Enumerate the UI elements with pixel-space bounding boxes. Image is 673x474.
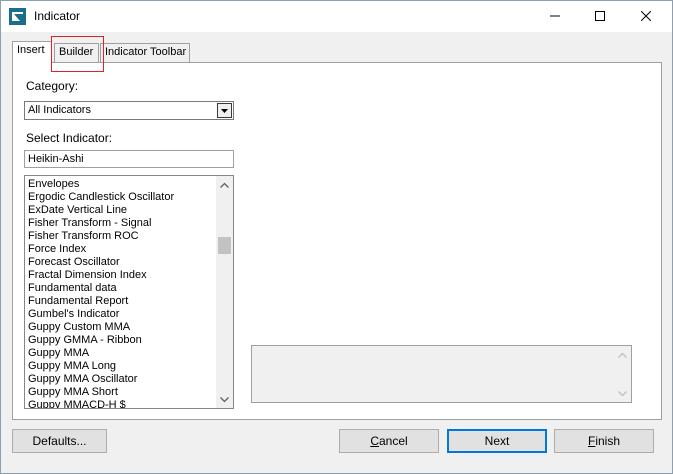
list-item[interactable]: Guppy MMA	[28, 347, 216, 360]
cancel-label-rest: ancel	[378, 434, 408, 448]
chevron-up-icon	[618, 352, 627, 358]
indicator-listbox[interactable]: Envelopes Ergodic Candlestick Oscillator E…	[24, 175, 234, 409]
category-dropdown[interactable]: All Indicators	[24, 101, 234, 120]
indicator-dialog: Indicator Insert Builder Indicator Toolb…	[0, 0, 673, 474]
cancel-mnemonic: C	[370, 434, 379, 448]
category-selected-value: All Indicators	[28, 104, 91, 116]
finish-label-rest: inish	[595, 434, 621, 448]
list-item[interactable]: Envelopes	[28, 178, 216, 191]
list-item[interactable]: Guppy Custom MMA	[28, 321, 216, 334]
dropdown-arrow-button[interactable]	[217, 103, 232, 118]
list-item[interactable]: Gumbel's Indicator	[28, 308, 216, 321]
list-item[interactable]: Fisher Transform ROC	[28, 230, 216, 243]
chevron-up-icon	[220, 182, 229, 188]
list-item[interactable]: Guppy MMACD-H $	[28, 399, 216, 408]
list-item[interactable]: Ergodic Candlestick Oscillator	[28, 191, 216, 204]
app-logo-icon	[9, 8, 26, 25]
chevron-down-icon	[220, 396, 229, 402]
list-item[interactable]: Fundamental data	[28, 282, 216, 295]
list-item[interactable]: Guppy GMMA - Ribbon	[28, 334, 216, 347]
list-item[interactable]: Guppy MMA Short	[28, 386, 216, 399]
scroll-down-button[interactable]	[216, 391, 233, 408]
tab-indicator-toolbar[interactable]: Indicator Toolbar	[100, 43, 190, 64]
cancel-button[interactable]: Cancel	[339, 429, 439, 453]
scroll-up-button[interactable]	[216, 176, 233, 193]
minimize-button[interactable]	[532, 1, 578, 31]
list-item[interactable]: Guppy MMA Oscillator	[28, 373, 216, 386]
tab-indicator-toolbar-label: Indicator Toolbar	[105, 46, 187, 58]
tab-insert[interactable]: Insert	[12, 41, 52, 63]
indicator-search-input[interactable]	[24, 150, 234, 168]
chevron-down-icon	[221, 108, 228, 113]
description-scrollbar[interactable]	[614, 346, 631, 402]
listbox-scrollbar[interactable]	[216, 176, 233, 408]
chevron-down-icon	[618, 390, 627, 396]
category-label: Category:	[26, 79, 79, 93]
tab-insert-label: Insert	[17, 44, 45, 56]
minimize-icon	[550, 15, 560, 17]
next-button[interactable]: Next	[447, 429, 547, 453]
finish-button-label: Finish	[588, 434, 620, 448]
close-icon	[641, 11, 651, 21]
description-box	[251, 345, 632, 403]
next-button-label: Next	[484, 434, 510, 448]
list-item[interactable]: Forecast Oscillator	[28, 256, 216, 269]
description-scroll-up[interactable]	[614, 346, 631, 363]
maximize-icon	[595, 11, 605, 21]
list-item[interactable]: Fundamental Report	[28, 295, 216, 308]
defaults-button-label: Defaults...	[32, 434, 87, 448]
list-item[interactable]: Fractal Dimension Index	[28, 269, 216, 282]
title-bar[interactable]: Indicator	[1, 1, 672, 32]
select-indicator-label: Select Indicator:	[26, 131, 113, 145]
scroll-thumb[interactable]	[218, 237, 231, 254]
list-item[interactable]: Guppy MMA Long	[28, 360, 216, 373]
close-button[interactable]	[623, 1, 669, 31]
indicator-list: Envelopes Ergodic Candlestick Oscillator E…	[28, 178, 216, 408]
window-title: Indicator	[34, 9, 81, 23]
list-item[interactable]: Fisher Transform - Signal	[28, 217, 216, 230]
maximize-button[interactable]	[577, 1, 623, 31]
description-scroll-down[interactable]	[614, 385, 631, 402]
defaults-button[interactable]: Defaults...	[12, 429, 107, 453]
builder-highlight-annotation	[51, 36, 104, 72]
list-item[interactable]: Force Index	[28, 243, 216, 256]
list-item[interactable]: ExDate Vertical Line	[28, 204, 216, 217]
cancel-button-label: Cancel	[370, 434, 407, 448]
finish-button[interactable]: Finish	[554, 429, 654, 453]
